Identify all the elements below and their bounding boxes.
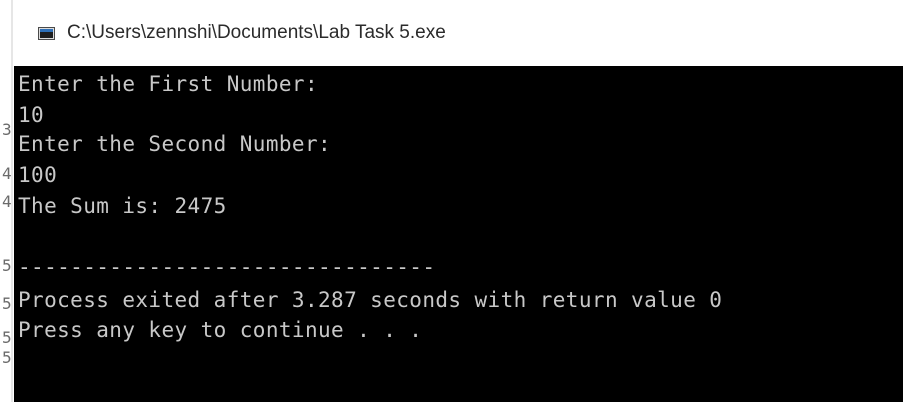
background-glyph: 5 <box>2 328 12 347</box>
background-glyph: 4 <box>2 164 12 183</box>
background-glyph: 4 <box>2 192 12 211</box>
background-glyph: 5 <box>2 256 12 275</box>
background-glyph: 3 <box>2 120 12 139</box>
console-line: Enter the First Number: <box>18 72 318 96</box>
console-line: Enter the Second Number: <box>18 132 332 156</box>
title-bar[interactable]: C:\Users\zennshi\Documents\Lab Task 5.ex… <box>14 0 903 66</box>
separator-line: -------------------------------- <box>18 255 436 279</box>
console-output[interactable]: Enter the First Number: 10 Enter the Sec… <box>14 66 903 402</box>
console-window: 3 4 4 5 5 5 5 C:\Users\zennshi\Documents… <box>0 0 903 402</box>
background-window-strip: 3 4 4 5 5 5 5 <box>0 0 14 402</box>
background-glyph: 5 <box>2 294 12 313</box>
console-line: Press any key to continue . . . <box>18 318 423 342</box>
console-line: Process exited after 3.287 seconds with … <box>18 288 723 312</box>
console-line: 100 <box>18 163 58 187</box>
console-app-icon[interactable] <box>38 27 55 40</box>
background-glyph: 5 <box>2 348 12 367</box>
console-line: 10 <box>18 103 45 127</box>
console-line: The Sum is: 2475 <box>18 194 227 218</box>
window-title: C:\Users\zennshi\Documents\Lab Task 5.ex… <box>67 22 446 43</box>
